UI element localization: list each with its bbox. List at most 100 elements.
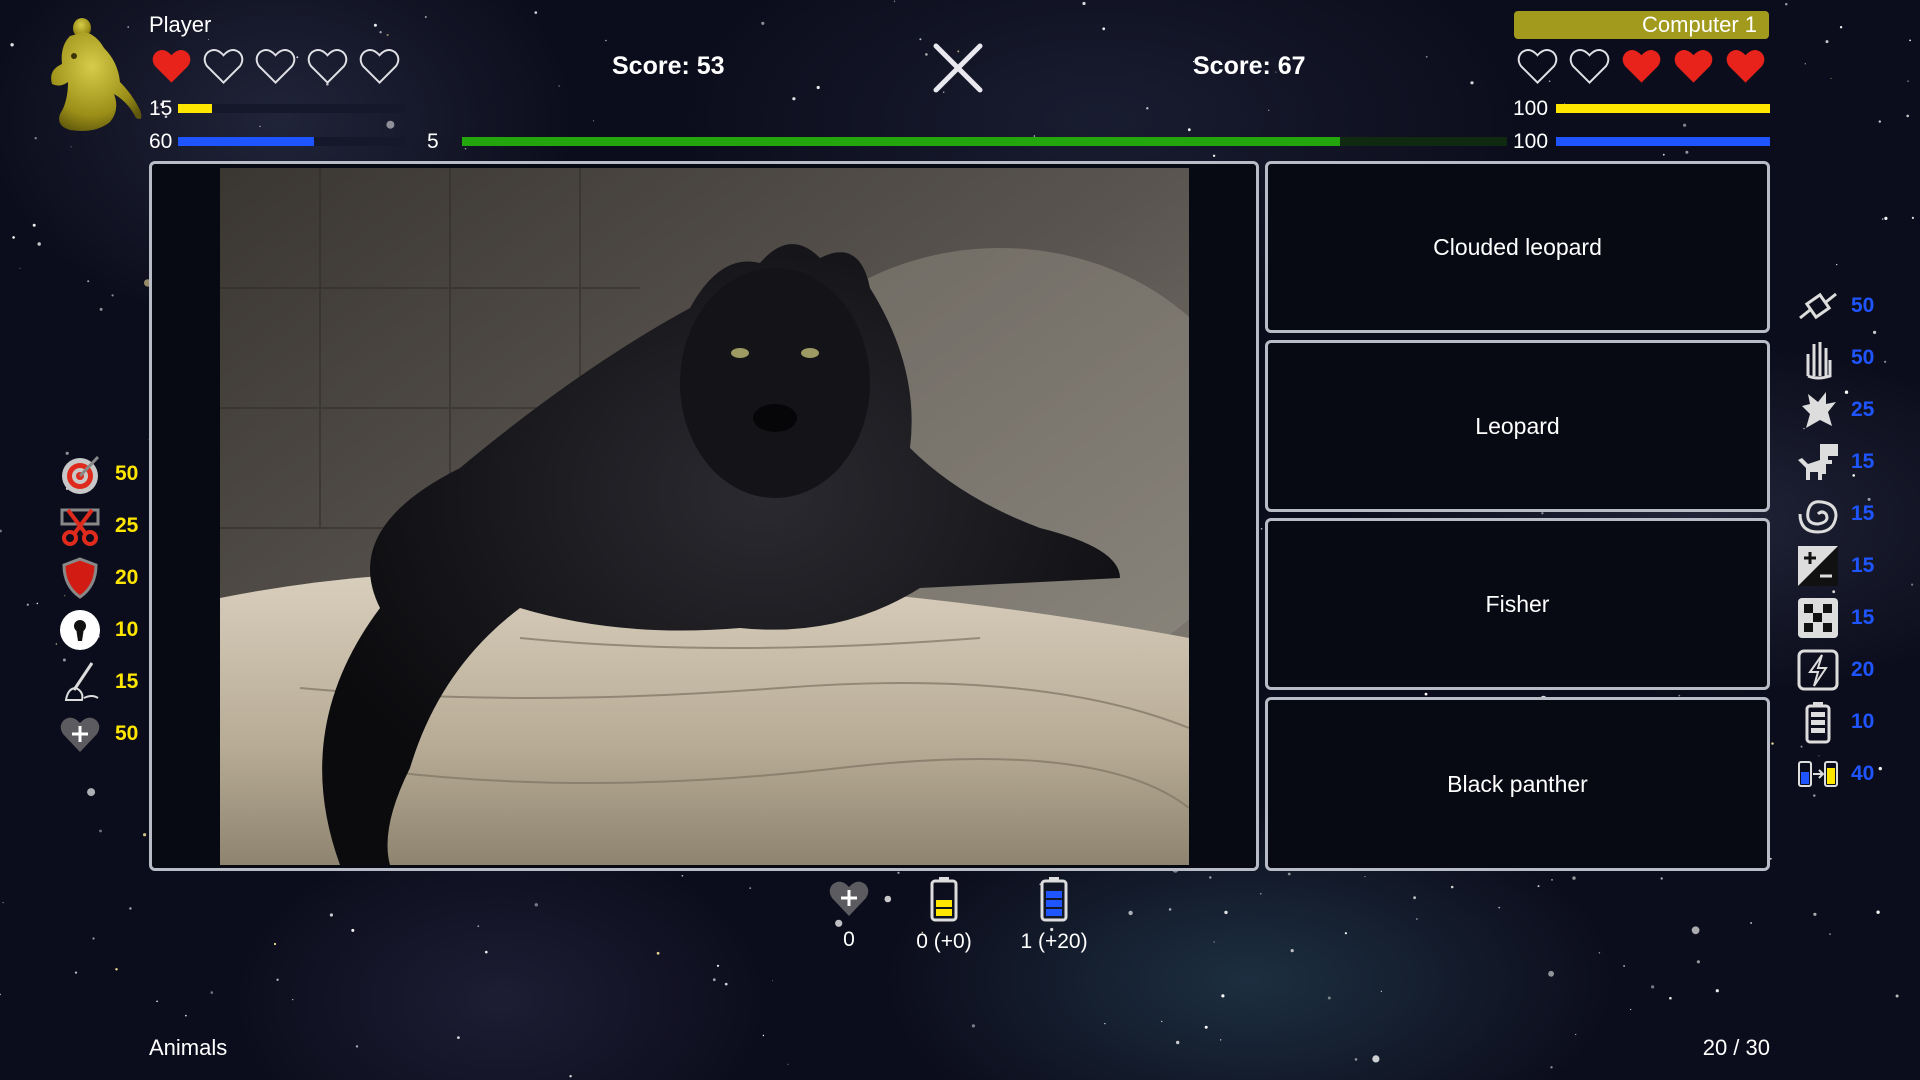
powerup-satellite-value: 50 bbox=[1851, 294, 1875, 317]
timer-value: 5 bbox=[427, 130, 439, 153]
powerup-hand-value: 50 bbox=[1851, 346, 1875, 369]
player-heart-4-empty bbox=[307, 49, 348, 84]
powerup-battery[interactable]: 10 bbox=[1796, 700, 1906, 744]
inventory-yellow-battery: 0 (+0) bbox=[884, 876, 1004, 954]
powerup-broom-value: 15 bbox=[115, 670, 139, 693]
powerup-battery-swap[interactable]: 40 bbox=[1796, 752, 1906, 796]
dragon-icon bbox=[1802, 392, 1836, 428]
powerup-satellite[interactable]: 50 bbox=[1796, 284, 1906, 328]
answer-option-4-label: Black panther bbox=[1447, 770, 1588, 797]
timer-bar-fill bbox=[462, 137, 1340, 146]
answer-option-2[interactable]: Leopard bbox=[1265, 340, 1770, 512]
computer-name: Computer 1 bbox=[1642, 12, 1757, 37]
powerup-hand[interactable]: 50 bbox=[1796, 336, 1906, 380]
broom-icon bbox=[64, 662, 99, 701]
target-icon bbox=[62, 455, 100, 494]
plus-minus-icon bbox=[1798, 546, 1838, 586]
powerup-heart-plus-value: 50 bbox=[115, 722, 139, 745]
powerup-keyhole[interactable]: 10 bbox=[58, 608, 168, 652]
powerup-battery-value: 10 bbox=[1851, 710, 1875, 733]
computer-yellow-bar-fill bbox=[1556, 104, 1770, 113]
player-yellow-value: 15 bbox=[149, 97, 173, 120]
powerup-dinosaur[interactable]: 15 bbox=[1796, 440, 1906, 484]
heart-plus-icon bbox=[60, 717, 100, 752]
question-image-panel bbox=[149, 161, 1259, 871]
dice-icon bbox=[1798, 598, 1838, 638]
question-progress: 20 / 30 bbox=[1702, 1035, 1770, 1060]
player-heart-3-empty bbox=[255, 49, 296, 84]
powerup-battery-swap-value: 40 bbox=[1851, 762, 1875, 785]
player-yellow-bar bbox=[178, 104, 405, 113]
shield-icon bbox=[62, 557, 98, 599]
player-name: Player bbox=[149, 12, 212, 37]
powerup-target-value: 50 bbox=[115, 462, 139, 485]
battery-icon bbox=[1805, 702, 1831, 744]
answer-option-3-label: Fisher bbox=[1485, 590, 1550, 617]
spiral-icon bbox=[1798, 500, 1838, 534]
player-blue-value: 60 bbox=[149, 130, 173, 153]
player-score: Score: 53 bbox=[612, 52, 725, 80]
computer-blue-value: 100 bbox=[1513, 130, 1549, 153]
player-hearts bbox=[150, 46, 401, 86]
powerup-plus-minus[interactable]: 15 bbox=[1796, 544, 1906, 588]
blue-battery-icon bbox=[1040, 877, 1068, 922]
answer-option-4[interactable]: Black panther bbox=[1265, 697, 1770, 871]
powerup-scissors[interactable]: 25 bbox=[58, 504, 168, 548]
computer-yellow-value: 100 bbox=[1513, 97, 1549, 120]
powerup-scissors-value: 25 bbox=[115, 514, 139, 537]
player-avatar bbox=[40, 18, 150, 138]
answer-option-2-label: Leopard bbox=[1475, 412, 1560, 439]
computer-heart-2-empty bbox=[1569, 49, 1610, 84]
powerup-keyhole-value: 10 bbox=[115, 618, 139, 641]
satellite-icon bbox=[1799, 292, 1837, 320]
powerup-lightning-value: 20 bbox=[1851, 658, 1875, 681]
powerup-target[interactable]: 50 bbox=[58, 452, 168, 496]
computer-heart-3-full bbox=[1622, 49, 1661, 83]
computer-hearts bbox=[1516, 46, 1767, 86]
player-heart-5-empty bbox=[359, 49, 400, 84]
computer-heart-1-empty bbox=[1517, 49, 1558, 84]
player-blue-bar bbox=[178, 137, 405, 146]
powerup-dragon-value: 25 bbox=[1851, 398, 1875, 421]
player-heart-1-full bbox=[152, 49, 191, 83]
close-icon[interactable] bbox=[932, 42, 984, 94]
player-yellow-bar-fill bbox=[178, 104, 213, 113]
keyhole-icon bbox=[60, 610, 100, 650]
powerup-broom[interactable]: 15 bbox=[58, 660, 168, 704]
inventory-blue-battery-count: 1 (+20) bbox=[1020, 930, 1088, 953]
powerup-plus-minus-value: 15 bbox=[1851, 554, 1875, 577]
powerup-dice[interactable]: 15 bbox=[1796, 596, 1906, 640]
powerup-spiral[interactable]: 15 bbox=[1796, 492, 1906, 536]
answer-option-3[interactable]: Fisher bbox=[1265, 518, 1770, 690]
computer-yellow-bar bbox=[1556, 104, 1770, 113]
computer-score: Score: 67 bbox=[1193, 52, 1306, 80]
computer-blue-bar bbox=[1556, 137, 1770, 146]
powerup-shield[interactable]: 20 bbox=[58, 556, 168, 600]
player-blue-bar-fill bbox=[178, 137, 315, 146]
answer-option-1[interactable]: Clouded leopard bbox=[1265, 161, 1770, 333]
yellow-battery-icon bbox=[930, 877, 958, 922]
heart-plus-icon bbox=[829, 881, 869, 916]
timer-bar bbox=[462, 137, 1507, 146]
category-label: Animals bbox=[149, 1035, 228, 1060]
powerup-shield-value: 20 bbox=[115, 566, 139, 589]
powerup-dinosaur-value: 15 bbox=[1851, 450, 1875, 473]
inventory-blue-battery: 1 (+20) bbox=[994, 876, 1114, 954]
computer-blue-bar-fill bbox=[1556, 137, 1770, 146]
lightning-icon bbox=[1797, 649, 1839, 691]
hand-icon bbox=[1806, 342, 1832, 380]
inventory-yellow-battery-count: 0 (+0) bbox=[916, 930, 972, 953]
powerup-spiral-value: 15 bbox=[1851, 502, 1875, 525]
scissors-icon bbox=[60, 508, 100, 546]
player-heart-2-empty bbox=[203, 49, 244, 84]
powerup-dragon[interactable]: 25 bbox=[1796, 388, 1906, 432]
computer-heart-4-full bbox=[1674, 49, 1713, 83]
answer-option-1-label: Clouded leopard bbox=[1433, 233, 1602, 260]
dinosaur-icon bbox=[1798, 444, 1838, 480]
computer-heart-5-full bbox=[1726, 49, 1765, 83]
powerup-dice-value: 15 bbox=[1851, 606, 1875, 629]
powerup-heart-plus[interactable]: 50 bbox=[58, 712, 168, 756]
powerup-lightning[interactable]: 20 bbox=[1796, 648, 1906, 692]
computer-name-badge: Computer 1 bbox=[1514, 11, 1769, 39]
black-panther-photo bbox=[220, 168, 1189, 865]
